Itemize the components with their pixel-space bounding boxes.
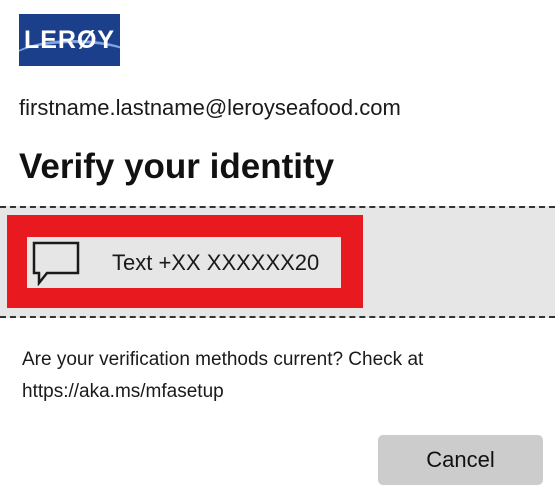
account-email: firstname.lastname@leroyseafood.com: [19, 95, 401, 120]
verification-note: Are your verification methods current? C…: [22, 344, 522, 408]
leroy-logo: LERØY: [19, 14, 120, 66]
note-link[interactable]: https://aka.ms/mfasetup: [22, 376, 522, 408]
method-label: Text +XX XXXXXX20: [112, 250, 320, 275]
note-line-1: Are your verification methods current? C…: [22, 349, 424, 370]
sms-chat-bubble-icon: [32, 241, 80, 286]
method-option-text[interactable]: Text +XX XXXXXX20: [27, 237, 341, 288]
verify-identity-page: LERØY firstname.lastname@leroyseafood.co…: [0, 0, 555, 498]
logo-text: LERØY: [23, 25, 116, 54]
cancel-button[interactable]: Cancel: [378, 435, 543, 485]
page-title: Verify your identity: [19, 147, 335, 186]
